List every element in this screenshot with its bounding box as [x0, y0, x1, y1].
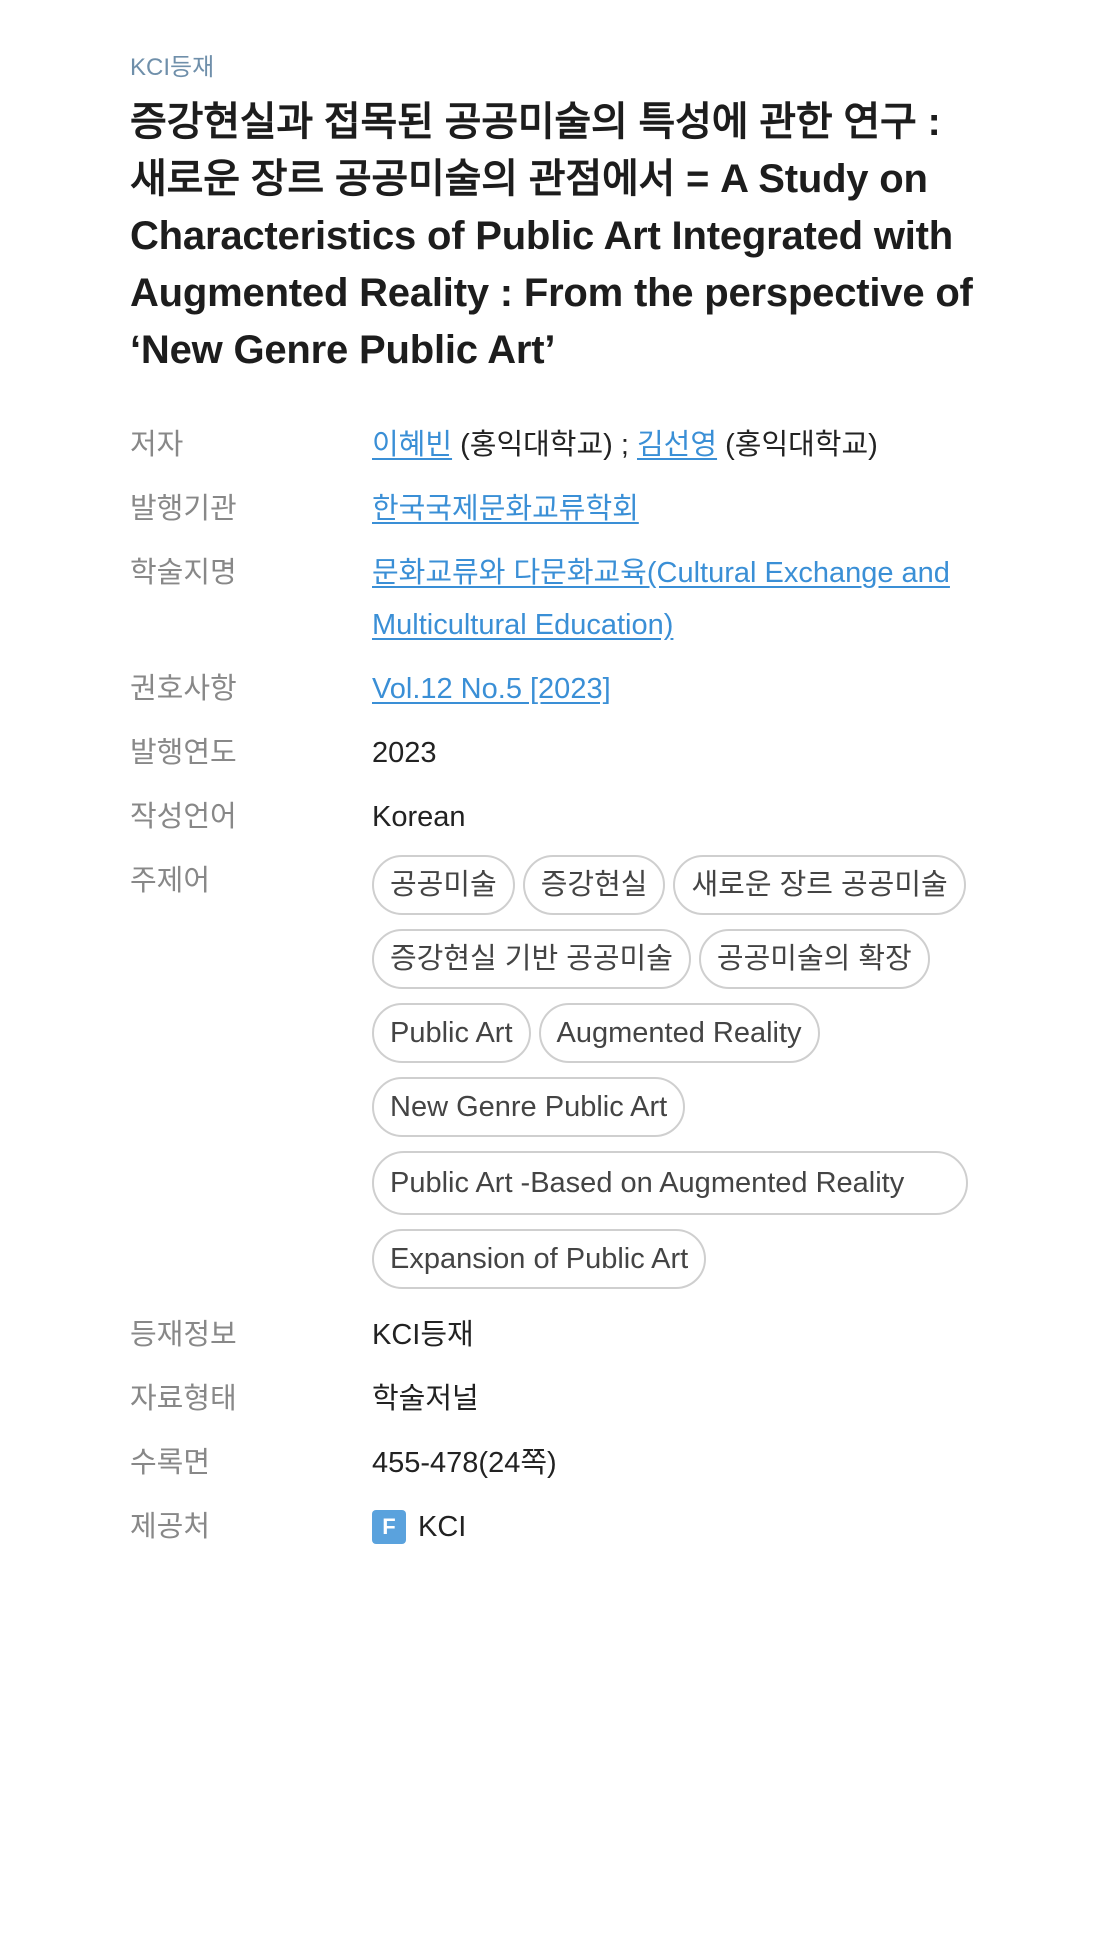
year-label: 발행연도 [130, 737, 237, 769]
type-label: 자료형태 [130, 1383, 237, 1415]
author-separator: ; [612, 429, 637, 461]
article-title: 증강현실과 접목된 공공미술의 특성에 관한 연구 : 새로운 장르 공공미술의… [130, 100, 973, 372]
kci-badge: KCI등재 [130, 54, 215, 81]
article-detail: KCI등재 증강현실과 접목된 공공미술의 특성에 관한 연구 : 새로운 장르… [130, 52, 980, 1565]
row-pages: 수록면 455-478(24쪽) [130, 1437, 980, 1489]
language-label: 작성언어 [130, 801, 237, 833]
row-language: 작성언어 Korean [130, 791, 980, 843]
author-affiliation-2: (홍익대학교) [725, 429, 878, 461]
keyword-chip[interactable]: 공공미술 [372, 855, 515, 915]
keyword-chip[interactable]: 증강현실 기반 공공미술 [372, 929, 691, 989]
volume-link[interactable]: Vol.12 No.5 [2023] [372, 673, 611, 705]
keyword-chip[interactable]: 새로운 장르 공공미술 [673, 855, 966, 915]
keyword-chip[interactable]: New Genre Public Art [372, 1077, 686, 1137]
keyword-chip[interactable]: Expansion of Public Art [372, 1229, 707, 1289]
provider-f-icon: F [372, 1510, 406, 1544]
row-journal: 학술지명 문화교류와 다문화교육(Cultural Exchange and M… [130, 547, 980, 651]
registration-value: KCI등재 [372, 1319, 474, 1351]
keyword-chip[interactable]: Augmented Reality [538, 1003, 820, 1063]
volume-value: Vol.12 No.5 [2023] [372, 663, 980, 715]
author-link-2[interactable]: 김선영 [637, 429, 717, 461]
publisher-value: 한국국제문화교류학회 [372, 483, 980, 535]
volume-label: 권호사항 [130, 673, 237, 705]
year-value: 2023 [372, 737, 437, 769]
pages-value: 455-478(24쪽) [372, 1447, 557, 1479]
publisher-label: 발행기관 [130, 493, 237, 525]
info-table: 저자 이혜빈 (홍익대학교) ; 김선영 (홍익대학교) 발행기관 한국국제문화… [130, 419, 980, 1553]
keyword-list: 공공미술 증강현실 새로운 장르 공공미술 증강현실 기반 공공미술 공공미술의… [372, 855, 970, 1289]
type-value: 학술저널 [372, 1383, 479, 1415]
language-value: Korean [372, 801, 466, 833]
keyword-chip[interactable]: 공공미술의 확장 [698, 929, 930, 989]
keyword-chip[interactable]: Public Art -Based on Augmented Reality [372, 1151, 968, 1215]
author-value: 이혜빈 (홍익대학교) ; 김선영 (홍익대학교) [372, 419, 980, 471]
journal-label: 학술지명 [130, 557, 237, 589]
journal-value: 문화교류와 다문화교육(Cultural Exchange and Multic… [372, 547, 980, 651]
keyword-chip[interactable]: 증강현실 [522, 855, 666, 915]
row-provider: 제공처 F KCI [130, 1501, 980, 1553]
author-affiliation-1: (홍익대학교) [460, 429, 613, 461]
keywords-label: 주제어 [130, 865, 211, 897]
author-link-1[interactable]: 이혜빈 [372, 429, 452, 461]
provider-label: 제공처 [130, 1511, 211, 1543]
keyword-chip[interactable]: Public Art [372, 1003, 531, 1063]
row-registration: 등재정보 KCI등재 [130, 1309, 980, 1361]
provider-value[interactable]: F KCI [372, 1501, 980, 1553]
journal-link[interactable]: 문화교류와 다문화교육(Cultural Exchange and Multic… [372, 557, 950, 641]
author-label: 저자 [130, 429, 184, 461]
registration-label: 등재정보 [130, 1319, 237, 1351]
pages-label: 수록면 [130, 1447, 211, 1479]
publisher-link[interactable]: 한국국제문화교류학회 [372, 493, 639, 525]
row-volume: 권호사항 Vol.12 No.5 [2023] [130, 663, 980, 715]
row-keywords: 주제어 공공미술 증강현실 새로운 장르 공공미술 증강현실 기반 공공미술 공… [130, 855, 980, 1289]
row-publisher: 발행기관 한국국제문화교류학회 [130, 483, 980, 535]
row-type: 자료형태 학술저널 [130, 1373, 980, 1425]
row-year: 발행연도 2023 [130, 727, 980, 779]
provider-name: KCI [418, 1511, 467, 1543]
row-author: 저자 이혜빈 (홍익대학교) ; 김선영 (홍익대학교) [130, 419, 980, 471]
